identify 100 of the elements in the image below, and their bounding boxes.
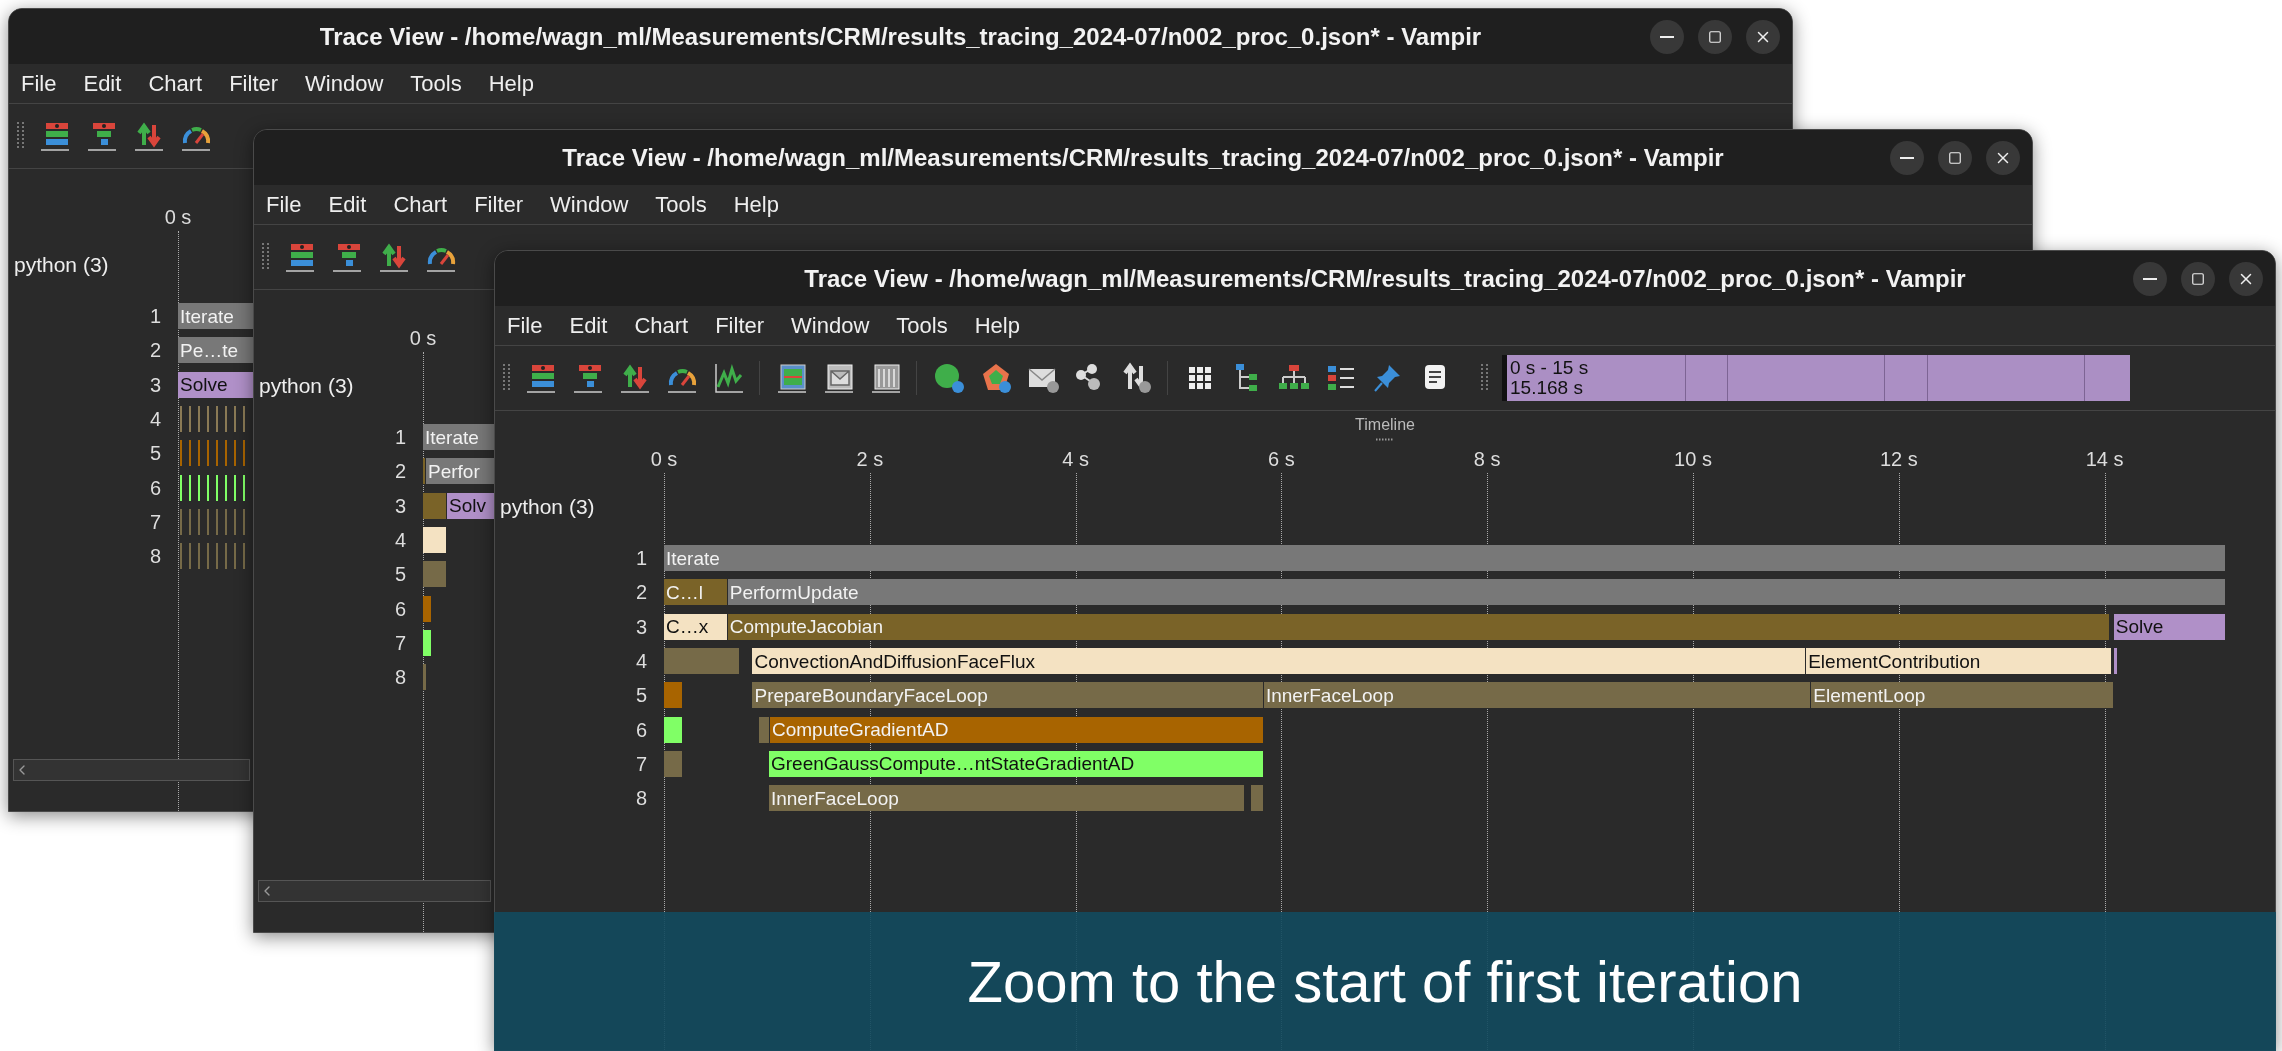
menu-item[interactable]: Edit bbox=[569, 309, 608, 342]
menu-item[interactable]: File bbox=[507, 309, 543, 342]
menu-item[interactable]: Tools bbox=[655, 188, 707, 221]
close-button[interactable] bbox=[1986, 140, 2020, 175]
row-number: 7 bbox=[254, 627, 406, 658]
row-number: 8 bbox=[9, 541, 161, 572]
toolbar-grip-icon[interactable] bbox=[262, 242, 270, 272]
row-number: 1 bbox=[254, 422, 406, 453]
row-number: 1 bbox=[495, 543, 647, 574]
trace-bar[interactable]: ElementContribution bbox=[1806, 648, 2112, 675]
menu-item[interactable]: Edit bbox=[83, 67, 122, 100]
maximize-icon bbox=[2191, 271, 2205, 286]
horizontal-scrollbar[interactable] bbox=[13, 759, 250, 781]
menu-item[interactable]: Window bbox=[791, 309, 870, 342]
maximize-button[interactable] bbox=[1698, 19, 1732, 54]
trace-bar[interactable]: PrepareBoundaryFaceLoop bbox=[752, 682, 1264, 709]
tick-label: 14 s bbox=[2085, 447, 2124, 472]
trace-bar[interactable]: ComputeJacobian bbox=[727, 613, 2110, 640]
sphere-icon[interactable] bbox=[932, 361, 966, 395]
trace-bar[interactable]: Solve bbox=[2113, 613, 2226, 640]
row-number: 3 bbox=[254, 490, 406, 521]
minimize-button[interactable] bbox=[1890, 140, 1924, 175]
window-title: Trace View - /home/wagn_ml/Measurements/CRM/results_tracing_2024-07/n002_proc_0.json* - Vampir bbox=[804, 263, 1966, 294]
trace-bar[interactable]: Solv bbox=[447, 492, 496, 519]
trace-bar[interactable] bbox=[2113, 648, 2118, 675]
trace-bar[interactable]: Iterate bbox=[423, 424, 496, 451]
trace-bar[interactable]: InnerFaceLoop bbox=[768, 785, 1246, 812]
chart-window-icon[interactable] bbox=[775, 361, 809, 395]
row-number: 5 bbox=[495, 680, 647, 711]
row-number: 3 bbox=[495, 611, 647, 642]
minimize-button[interactable] bbox=[1650, 19, 1684, 54]
row-number: 2 bbox=[495, 577, 647, 608]
trace-bar[interactable]: PerformUpdate bbox=[727, 579, 2226, 606]
tick-label: 2 s bbox=[856, 447, 884, 472]
timeline-title: Timeline bbox=[1355, 416, 1415, 433]
tick-label: 0 s bbox=[164, 205, 192, 230]
trace-bar[interactable] bbox=[423, 629, 432, 656]
row-number: 8 bbox=[495, 783, 647, 814]
minimize-button[interactable] bbox=[2133, 261, 2167, 296]
caption-text: Zoom to the start of first iteration bbox=[967, 948, 1803, 1016]
toolbar-grip-icon[interactable] bbox=[17, 121, 25, 151]
table-window-icon[interactable] bbox=[869, 361, 903, 395]
row-number: 6 bbox=[254, 593, 406, 624]
trace-bar[interactable]: ElementLoop bbox=[1811, 682, 2114, 709]
trace-bar[interactable]: Pe…te bbox=[178, 337, 254, 364]
trace-bar[interactable]: Iterate bbox=[178, 303, 254, 330]
row-number: 7 bbox=[495, 748, 647, 779]
window-title: Trace View - /home/wagn_ml/Measurements/CRM/results_tracing_2024-07/n002_proc_0.json* - Vampir bbox=[562, 142, 1724, 173]
line-chart-icon[interactable] bbox=[712, 361, 746, 395]
close-button[interactable] bbox=[1746, 19, 1780, 54]
menu-item[interactable]: Help bbox=[733, 188, 779, 221]
timeline-zoom-bar[interactable]: 0 s - 15 s 15.168 s bbox=[1502, 355, 2130, 401]
menu-item[interactable]: Chart bbox=[393, 188, 448, 221]
resize-grip-icon[interactable] bbox=[1375, 437, 1395, 441]
trace-bar[interactable]: Perfor bbox=[426, 458, 496, 485]
envelope-window-icon[interactable] bbox=[822, 361, 856, 395]
menu-item[interactable]: Chart bbox=[634, 309, 689, 342]
maximize-button[interactable] bbox=[2181, 261, 2215, 296]
toolbar-grip-icon[interactable] bbox=[1481, 363, 1489, 393]
menu-item[interactable]: Window bbox=[305, 67, 384, 100]
trace-bar[interactable]: InnerFaceLoop bbox=[1263, 682, 1812, 709]
toolbar-grip-icon[interactable] bbox=[503, 363, 511, 393]
trace-bar[interactable]: Solve bbox=[178, 371, 254, 398]
menu-item[interactable]: Filter bbox=[229, 67, 279, 100]
menu-item[interactable]: Filter bbox=[715, 309, 765, 342]
tick-label: 6 s bbox=[1268, 447, 1295, 472]
menu-item[interactable]: Window bbox=[550, 188, 629, 221]
menu-item[interactable]: Help bbox=[974, 309, 1020, 342]
trace-bar[interactable]: ComputeGradientAD bbox=[770, 716, 1264, 743]
close-button[interactable] bbox=[2229, 261, 2263, 296]
tick-label: 8 s bbox=[1473, 447, 1501, 472]
trace-bar[interactable]: C…l bbox=[664, 579, 728, 606]
tick-label: 12 s bbox=[1879, 447, 1918, 472]
minimize-icon bbox=[2143, 277, 2157, 280]
tick-label: 0 s bbox=[650, 447, 678, 472]
row-number: 5 bbox=[9, 438, 161, 469]
minimize-icon bbox=[1660, 35, 1674, 38]
trace-bar[interactable]: Iterate bbox=[664, 545, 2226, 572]
row-number: 2 bbox=[9, 335, 161, 366]
menu-item[interactable]: Filter bbox=[474, 188, 524, 221]
trace-bar[interactable]: GreenGaussCompute…ntStateGradientAD bbox=[768, 750, 1264, 777]
menu-item[interactable]: Help bbox=[488, 67, 534, 100]
row-number: 6 bbox=[495, 714, 647, 745]
menu-item[interactable]: File bbox=[266, 188, 302, 221]
row-number: 1 bbox=[9, 301, 161, 332]
trace-bar[interactable] bbox=[664, 716, 683, 743]
row-number: 4 bbox=[9, 404, 161, 435]
trace-bar[interactable]: C…x bbox=[664, 613, 728, 640]
trace-bar[interactable]: ConvectionAndDiffusionFaceFlux bbox=[752, 648, 1807, 675]
menu-item[interactable]: Edit bbox=[328, 188, 367, 221]
window-title: Trace View - /home/wagn_ml/Measurements/CRM/results_tracing_2024-07/n002_proc_0.json* - Vampir bbox=[319, 21, 1482, 52]
horizontal-scrollbar[interactable] bbox=[258, 880, 491, 902]
trace-bar[interactable] bbox=[423, 527, 447, 554]
menu-item[interactable]: Tools bbox=[896, 309, 948, 342]
row-number: 4 bbox=[495, 646, 647, 677]
tick-label: 4 s bbox=[1062, 447, 1089, 472]
menu-item[interactable]: Chart bbox=[148, 67, 203, 100]
maximize-button[interactable] bbox=[1938, 140, 1972, 175]
menu-item[interactable]: Tools bbox=[410, 67, 462, 100]
menu-item[interactable]: File bbox=[21, 67, 57, 100]
